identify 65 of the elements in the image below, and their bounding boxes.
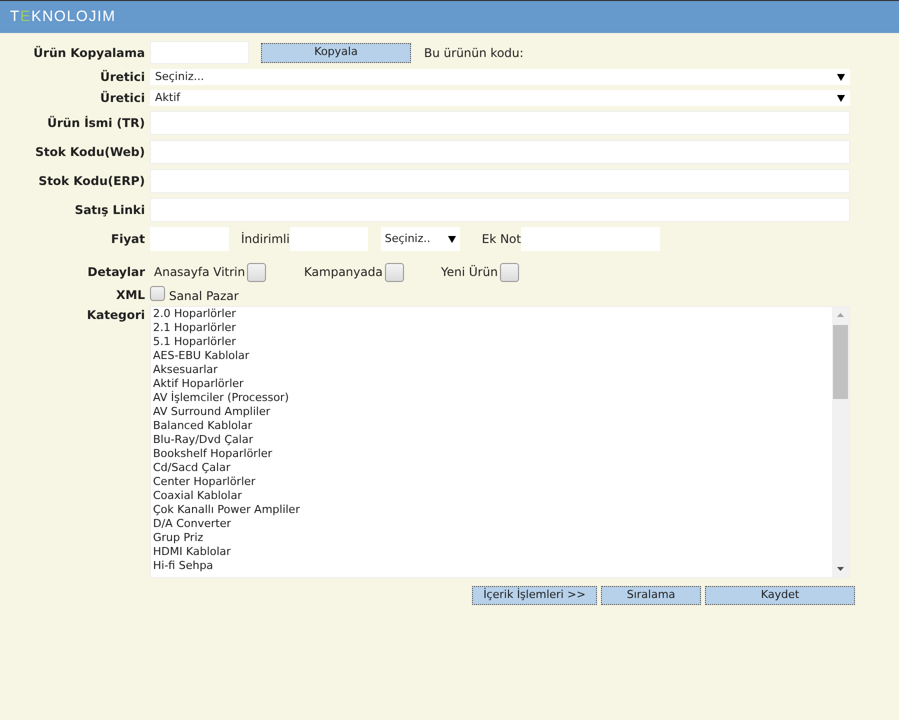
copy-button[interactable]: Kopyala	[261, 42, 411, 62]
field-label: Ürün İsmi (TR)	[46, 114, 146, 132]
checkbox[interactable]	[384, 262, 404, 282]
dropdown-caret-icon	[837, 94, 845, 102]
list-item[interactable]: 5.1 Hoparlörler	[153, 335, 832, 349]
list-item[interactable]: 2.1 Hoparlörler	[153, 321, 832, 335]
list-item[interactable]: 2.0 Hoparlörler	[153, 307, 832, 321]
option-label: Yeni Ürün	[441, 264, 498, 281]
list-item[interactable]: AES-EBU Kablolar	[153, 349, 832, 363]
category-list[interactable]	[150, 306, 850, 578]
list-item[interactable]: Balanced Kablolar	[153, 419, 832, 433]
action-button[interactable]: Sıralama	[601, 586, 701, 605]
logo: TEKNOLOJIM	[10, 6, 116, 27]
list-item[interactable]: Bookshelf Hoparlörler	[153, 447, 832, 461]
scroll-thumb[interactable]	[833, 325, 848, 399]
field-label: XML	[115, 287, 146, 304]
list-item[interactable]: Coaxial Kablolar	[153, 489, 832, 503]
input-field[interactable]	[150, 111, 850, 135]
input-field[interactable]	[150, 198, 850, 222]
note-field[interactable]	[521, 227, 660, 251]
dropdown[interactable]: Seçiniz...	[150, 69, 850, 85]
action-button[interactable]: İçerik İşlemleri >>	[472, 586, 597, 605]
action-button[interactable]: Kaydet	[705, 586, 855, 605]
currency-dropdown[interactable]: Seçiniz..	[380, 227, 460, 251]
list-item[interactable]: Aktif Hoparlörler	[153, 377, 832, 391]
field-label: Kategori	[86, 307, 146, 324]
product-code-label: Bu ürünün kodu:	[424, 44, 524, 62]
note-label: Ek Not	[482, 231, 522, 248]
price-field[interactable]	[150, 227, 229, 251]
input-field[interactable]	[150, 169, 850, 193]
field-label: Stok Kodu(ERP)	[38, 173, 146, 190]
field-label: Üretici	[99, 90, 146, 107]
field-label: Detaylar	[86, 264, 146, 281]
discount-field[interactable]	[290, 227, 368, 251]
dropdown-caret-icon	[837, 74, 845, 80]
list-item[interactable]: AV İşlemciler (Processor)	[153, 391, 832, 405]
field-label: Üretici	[99, 68, 146, 86]
field-label: Satış Linki	[74, 202, 146, 219]
field-label: Stok Kodu(Web)	[34, 144, 146, 161]
option-label: Kampanyada	[304, 264, 383, 281]
checkbox[interactable]	[247, 262, 266, 282]
checkbox[interactable]	[150, 286, 165, 301]
list-item[interactable]: Grup Priz	[153, 531, 832, 545]
list-item[interactable]: AV Surround Ampliler	[153, 405, 832, 419]
field-label: Fiyat	[110, 231, 146, 248]
scroll-down-icon[interactable]	[837, 567, 844, 571]
list-item[interactable]: D/A Converter	[153, 517, 832, 531]
list-item[interactable]: Çok Kanallı Power Ampliler	[153, 503, 832, 517]
option-label: Anasayfa Vitrin	[154, 264, 246, 281]
option-label: Sanal Pazar	[169, 288, 239, 305]
checkbox[interactable]	[500, 262, 519, 282]
scrollbar[interactable]	[832, 307, 849, 577]
field-label: Ürün Kopyalama	[32, 44, 146, 62]
list-item[interactable]: Hi-fi Sehpa	[153, 559, 832, 573]
list-item[interactable]: Aksesuarlar	[153, 363, 832, 377]
dropdown[interactable]: Aktif	[150, 90, 850, 106]
discount-label: İndirimli	[241, 231, 290, 248]
dropdown-caret-icon	[448, 236, 456, 242]
list-item[interactable]: Cd/Sacd Çalar	[153, 461, 832, 475]
list-item[interactable]: Blu-Ray/Dvd Çalar	[153, 433, 832, 447]
input-field[interactable]	[150, 140, 850, 164]
list-item[interactable]: Center Hoparlörler	[153, 475, 832, 489]
list-item[interactable]: HDMI Kablolar	[153, 545, 832, 559]
scroll-up-icon[interactable]	[837, 313, 844, 317]
input-field[interactable]	[150, 41, 249, 64]
